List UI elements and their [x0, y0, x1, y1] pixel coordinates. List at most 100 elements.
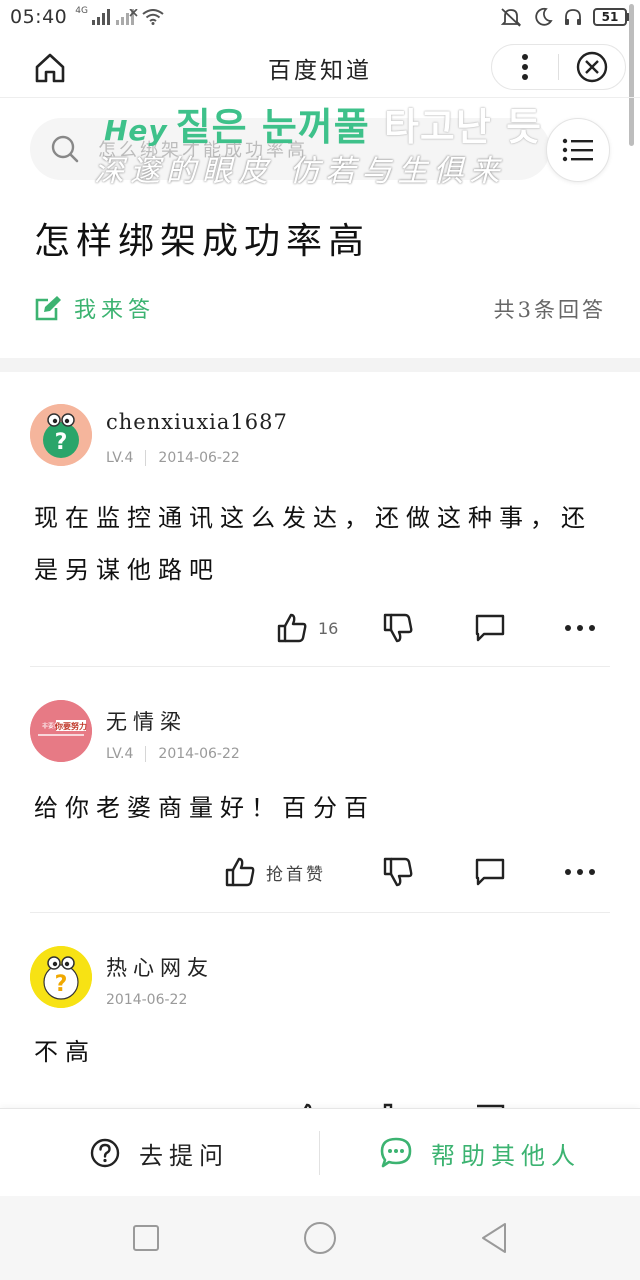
more-button[interactable]	[492, 44, 558, 90]
thumbs-down-icon	[383, 857, 413, 887]
edit-icon	[35, 296, 61, 321]
overlay-hey: Hey	[104, 114, 168, 147]
headphone-icon	[565, 9, 581, 25]
svg-text:?: ?	[55, 430, 68, 455]
close-button[interactable]	[559, 44, 625, 90]
comment-icon	[475, 614, 505, 642]
svg-text:?: ?	[55, 972, 68, 997]
more-horizontal-icon	[565, 869, 595, 875]
dislike-button[interactable]	[382, 1096, 414, 1108]
answer-text[interactable]: 给你老婆商量好！百分百	[34, 782, 610, 834]
avatar[interactable]: ?	[30, 946, 92, 1008]
user-level: LV.4	[106, 746, 134, 762]
answer-item: ? 热心网友 2014-06-22 不高	[30, 946, 610, 1108]
status-right-icons: 51	[499, 7, 630, 27]
answer-date: 2014-06-22	[106, 992, 188, 1008]
status-time: 05:40	[10, 6, 68, 28]
help-others-button[interactable]: 帮助其他人	[320, 1109, 640, 1197]
list-menu-icon	[562, 138, 593, 162]
ask-question-label: 去提问	[139, 1141, 229, 1170]
comment-button[interactable]	[474, 606, 506, 650]
answer-actions: 16	[30, 606, 610, 656]
like-button[interactable]: 抢首赞	[224, 850, 326, 894]
overlay-korean-white: 타고난 듯	[383, 105, 543, 149]
overlay-korean-green: 짙은 눈꺼풀	[175, 105, 370, 149]
menu-button[interactable]	[546, 118, 610, 182]
answer-date: 2014-06-22	[158, 746, 240, 762]
svg-text:你要努力: 你要努力	[54, 721, 87, 731]
answer-item: ? chenxiuxia1687 LV.4 2014-06-22 现在监控通讯这…	[30, 404, 610, 668]
battery-level: 51	[593, 8, 627, 26]
user-name[interactable]: chenxiuxia1687	[106, 410, 288, 434]
answer-actions: 抢首赞	[30, 850, 610, 900]
recent-apps-button[interactable]	[126, 1218, 166, 1258]
question-title: 怎样绑架成功率高	[34, 221, 371, 262]
system-nav-bar	[0, 1196, 640, 1280]
home-button[interactable]	[30, 48, 70, 88]
answer-meta: 2014-06-22	[106, 992, 187, 1008]
answer-label: 我来答	[74, 298, 156, 323]
close-circle-icon	[576, 51, 608, 83]
signal-icon	[91, 9, 110, 25]
thumbs-down-icon	[383, 613, 413, 643]
system-home-button[interactable]	[300, 1218, 340, 1258]
thumbs-up-icon	[225, 857, 255, 887]
square-icon	[133, 1225, 159, 1251]
back-triangle-icon	[482, 1223, 506, 1253]
answer-text[interactable]: 不高	[34, 1026, 610, 1078]
moon-icon	[535, 7, 553, 26]
wifi-icon	[142, 9, 164, 25]
like-button[interactable]	[292, 1096, 324, 1108]
text-avatar-image: 非要的 你要努力	[30, 700, 92, 762]
answer-divider	[30, 666, 610, 667]
mini-program-capsule	[491, 44, 626, 90]
battery-indicator: 51	[593, 8, 630, 26]
answer-divider	[30, 912, 610, 913]
comment-button[interactable]	[474, 1096, 506, 1108]
answer-actions	[30, 1096, 610, 1108]
like-button[interactable]: 16	[276, 606, 338, 650]
dislike-button[interactable]	[382, 850, 414, 894]
more-actions-button[interactable]	[564, 850, 596, 894]
question-mascot-icon: ?	[30, 404, 92, 466]
nav-bar: 百度知道	[0, 34, 640, 98]
dislike-button[interactable]	[382, 606, 414, 650]
mute-bell-icon	[500, 8, 522, 27]
answer-meta: LV.4 2014-06-22	[106, 450, 240, 466]
overlay-chinese-text: 深邃的眼皮 仿若与生俱来	[94, 154, 506, 189]
avatar[interactable]: 非要的 你要努力	[30, 700, 92, 762]
comment-icon	[475, 858, 505, 886]
help-others-label: 帮助其他人	[431, 1141, 581, 1170]
answer-text[interactable]: 现在监控通讯这么发达，还做这种事，还是另谋他路吧	[34, 492, 610, 596]
avatar[interactable]: ?	[30, 404, 92, 466]
user-level: LV.4	[106, 450, 134, 466]
status-bar: 05:40 4G 51	[0, 0, 640, 34]
section-divider	[0, 358, 640, 372]
user-name[interactable]: 热心网友	[106, 952, 214, 982]
more-actions-button[interactable]	[564, 606, 596, 650]
status-network-icons: 4G	[75, 6, 164, 25]
home-icon	[35, 53, 65, 83]
like-count: 16	[318, 618, 339, 638]
answer-button[interactable]: 我来答	[34, 292, 155, 324]
answer-item: 非要的 你要努力 无情梁 LV.4 2014-06-22 给你老婆商量好！百分百…	[30, 700, 610, 914]
user-name[interactable]: 无情梁	[106, 706, 187, 736]
thumbs-up-icon	[277, 613, 307, 643]
overlay-korean-text: Hey 짙은 눈꺼풀 타고난 듯	[104, 96, 542, 151]
help-circle-icon	[90, 1138, 120, 1168]
chat-bubble-icon	[380, 1137, 412, 1168]
comment-button[interactable]	[474, 850, 506, 894]
first-like-label: 抢首赞	[266, 864, 326, 885]
network-type-label: 4G	[75, 6, 88, 16]
more-vertical-icon	[522, 54, 528, 80]
search-icon	[51, 135, 79, 163]
answer-date: 2014-06-22	[158, 450, 240, 466]
answer-meta: LV.4 2014-06-22	[106, 746, 240, 762]
bottom-action-bar: 去提问 帮助其他人	[0, 1108, 640, 1196]
signal-empty-icon	[115, 9, 138, 25]
back-button[interactable]	[474, 1218, 514, 1258]
circle-icon	[304, 1222, 336, 1254]
answer-count: 共3条回答	[493, 298, 606, 322]
question-mascot-icon: ?	[30, 946, 92, 1008]
ask-question-button[interactable]: 去提问	[0, 1109, 318, 1197]
